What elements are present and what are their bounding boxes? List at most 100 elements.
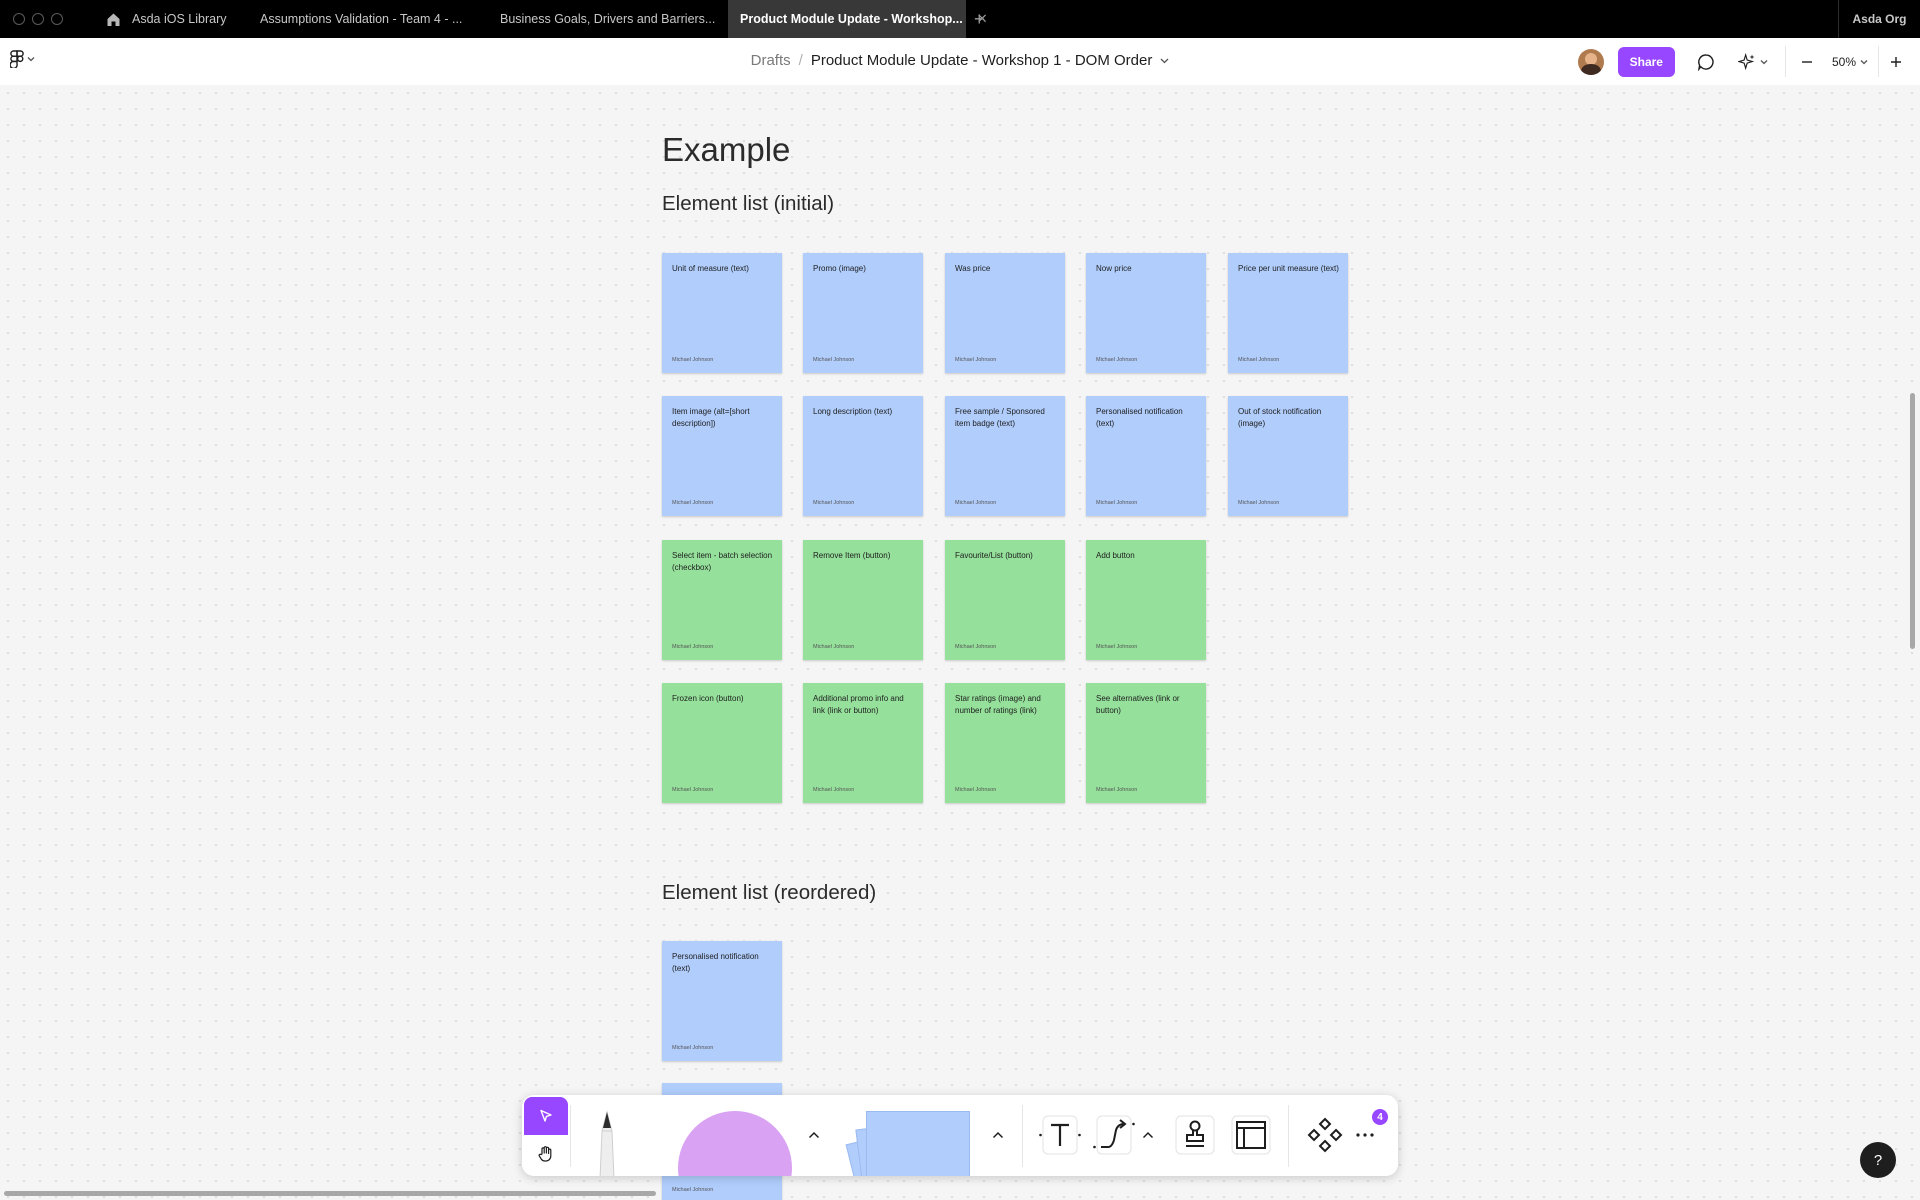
tab-assumptions-validation[interactable]: Assumptions Validation - Team 4 - ... <box>248 0 474 38</box>
ai-actions-button[interactable] <box>1731 46 1775 77</box>
move-tool[interactable] <box>524 1097 568 1135</box>
sticky-note[interactable]: Free sample / Sponsored item badge (text… <box>945 396 1065 516</box>
sticky-note-text: Select item - batch selection (checkbox) <box>672 551 773 572</box>
heading-example[interactable]: Example <box>662 131 790 169</box>
zoom-in-icon[interactable] <box>1878 46 1912 77</box>
sticky-note[interactable]: Personalised notification (text) Michael … <box>1086 396 1206 516</box>
sticky-note-author: Michael Johnson <box>955 357 997 363</box>
sticky-note-author: Michael Johnson <box>1096 787 1138 793</box>
tab-product-module-update[interactable]: Product Module Update - Workshop... ✕ <box>728 0 988 38</box>
sticky-note[interactable]: Add button Michael Johnson <box>1086 540 1206 660</box>
sticky-note[interactable]: See alternatives (link or button) Michael… <box>1086 683 1206 803</box>
section-frame-icon <box>1231 1115 1271 1155</box>
sticky-note[interactable]: Personalised notification (text) Michael … <box>662 941 782 1061</box>
sticky-note[interactable]: Price per unit measure (text) Michael Joh… <box>1228 253 1348 373</box>
help-button[interactable]: ? <box>1860 1142 1896 1178</box>
sticky-note[interactable]: Promo (image) Michael Johnson <box>803 253 923 373</box>
sticky-note-author: Michael Johnson <box>955 500 997 506</box>
more-tools-icon[interactable] <box>1352 1125 1378 1145</box>
sticky-note[interactable]: Long description (text) Michael Johnson <box>803 396 923 516</box>
avatar[interactable] <box>1577 48 1604 75</box>
stamp-icon <box>1175 1115 1215 1155</box>
sticky-note[interactable]: Frozen icon (button) Michael Johnson <box>662 683 782 803</box>
whiteboard-canvas[interactable]: Example Element list (initial) Element l… <box>0 85 1920 1200</box>
window-controls <box>13 13 83 25</box>
chevron-down-icon <box>1760 59 1768 64</box>
heading-element-list-reordered[interactable]: Element list (reordered) <box>662 881 876 905</box>
browser-tab-bar: Asda iOS Library Assumptions Validation … <box>0 0 1920 38</box>
share-button[interactable]: Share <box>1617 46 1675 77</box>
chevron-down-icon[interactable] <box>1160 58 1169 64</box>
sticky-note-tool[interactable] <box>845 1111 972 1176</box>
hand-tool[interactable] <box>524 1135 568 1173</box>
sticky-note-text: Star ratings (image) and number of ratin… <box>955 694 1041 715</box>
sticky-note-author: Michael Johnson <box>672 644 714 650</box>
sticky-note-author: Michael Johnson <box>1096 500 1138 506</box>
sticky-note-text: Out of stock notification (image) <box>1238 407 1322 428</box>
sticky-note[interactable]: Now price Michael Johnson <box>1086 253 1206 373</box>
toolbar-divider <box>570 1105 571 1167</box>
horizontal-scrollbar[interactable] <box>4 1191 656 1196</box>
minimize-window-icon[interactable] <box>32 13 44 25</box>
sticky-note-text: Promo (image) <box>813 264 866 273</box>
zoom-level-value: 50% <box>1831 54 1856 69</box>
toolbar-divider <box>1288 1105 1289 1167</box>
sticky-note-text: Was price <box>955 264 991 273</box>
sticky-menu-chevron-up-icon[interactable] <box>988 1125 1008 1145</box>
tab-asda-ios-library[interactable]: Asda iOS Library <box>120 0 238 38</box>
toolbar-divider <box>1022 1105 1023 1167</box>
connector-menu-chevron-up-icon[interactable] <box>1138 1125 1158 1145</box>
pen-tool[interactable] <box>592 1109 622 1176</box>
sticky-note[interactable]: Select item - batch selection (checkbox)… <box>662 540 782 660</box>
sticky-note-author: Michael Johnson <box>955 644 997 650</box>
close-window-icon[interactable] <box>13 13 25 25</box>
vertical-scrollbar[interactable] <box>1910 393 1915 649</box>
sticky-note-author: Michael Johnson <box>672 787 714 793</box>
org-switcher[interactable]: Asda Org <box>1838 0 1920 38</box>
zoom-level-dropdown[interactable]: 50% <box>1822 46 1878 77</box>
sticky-note-text: Remove Item (button) <box>813 551 891 560</box>
text-tool[interactable] <box>1038 1113 1082 1157</box>
sticky-note-author: Michael Johnson <box>813 500 855 506</box>
sticky-note[interactable]: Out of stock notification (image) Michael… <box>1228 396 1348 516</box>
new-tab-button[interactable]: + <box>974 0 985 38</box>
comment-icon[interactable] <box>1689 46 1723 77</box>
breadcrumb-drafts[interactable]: Drafts <box>751 52 791 69</box>
chevron-down-icon <box>1860 59 1868 64</box>
file-title[interactable]: Product Module Update - Workshop 1 - DOM… <box>811 52 1153 69</box>
sticky-note-text: Item image (alt=[short description]) <box>672 407 750 428</box>
tab-label: Asda iOS Library <box>132 12 227 26</box>
sticky-note-author: Michael Johnson <box>1238 500 1280 506</box>
sticky-note[interactable]: Favourite/List (button) Michael Johnson <box>945 540 1065 660</box>
section-tool[interactable] <box>1230 1113 1272 1157</box>
sticky-note[interactable]: Unit of measure (text) Michael Johnson <box>662 253 782 373</box>
heading-element-list-initial[interactable]: Element list (initial) <box>662 192 834 216</box>
tab-label: Product Module Update - Workshop... <box>740 12 963 26</box>
sticky-note-text: Unit of measure (text) <box>672 264 749 273</box>
shape-menu-chevron-up-icon[interactable] <box>804 1125 824 1145</box>
zoom-out-icon[interactable] <box>1792 46 1822 77</box>
components-tool[interactable] <box>1304 1113 1346 1157</box>
sticky-note-text: Personalised notification (text) <box>1096 407 1183 428</box>
sticky-note[interactable]: Remove Item (button) Michael Johnson <box>803 540 923 660</box>
zoom-window-icon[interactable] <box>51 13 63 25</box>
sticky-note-text: Personalised notification (text) <box>672 952 759 973</box>
components-icon <box>1307 1117 1343 1153</box>
sticky-note[interactable]: Was price Michael Johnson <box>945 253 1065 373</box>
stamp-tool[interactable] <box>1174 1113 1216 1157</box>
sticky-note-author: Michael Johnson <box>813 357 855 363</box>
connector-tool[interactable] <box>1092 1113 1136 1157</box>
sparkle-icon <box>1737 52 1755 70</box>
sticky-note-author: Michael Johnson <box>672 357 714 363</box>
tab-business-goals[interactable]: Business Goals, Drivers and Barriers... <box>488 0 727 38</box>
sticky-note[interactable]: Star ratings (image) and number of ratin… <box>945 683 1065 803</box>
sticky-note-author: Michael Johnson <box>1096 357 1138 363</box>
sticky-note[interactable]: Additional promo info and link (link or … <box>803 683 923 803</box>
zoom-controls: 50% <box>1784 46 1912 77</box>
sticky-note[interactable]: Item image (alt=[short description]) Mich… <box>662 396 782 516</box>
text-icon <box>1039 1115 1081 1155</box>
shape-tool[interactable] <box>678 1111 792 1176</box>
toolbar-right-group: Share 50% <box>1577 46 1912 77</box>
tab-label: Business Goals, Drivers and Barriers... <box>500 12 716 26</box>
sticky-note-text: Additional promo info and link (link or … <box>813 694 904 715</box>
